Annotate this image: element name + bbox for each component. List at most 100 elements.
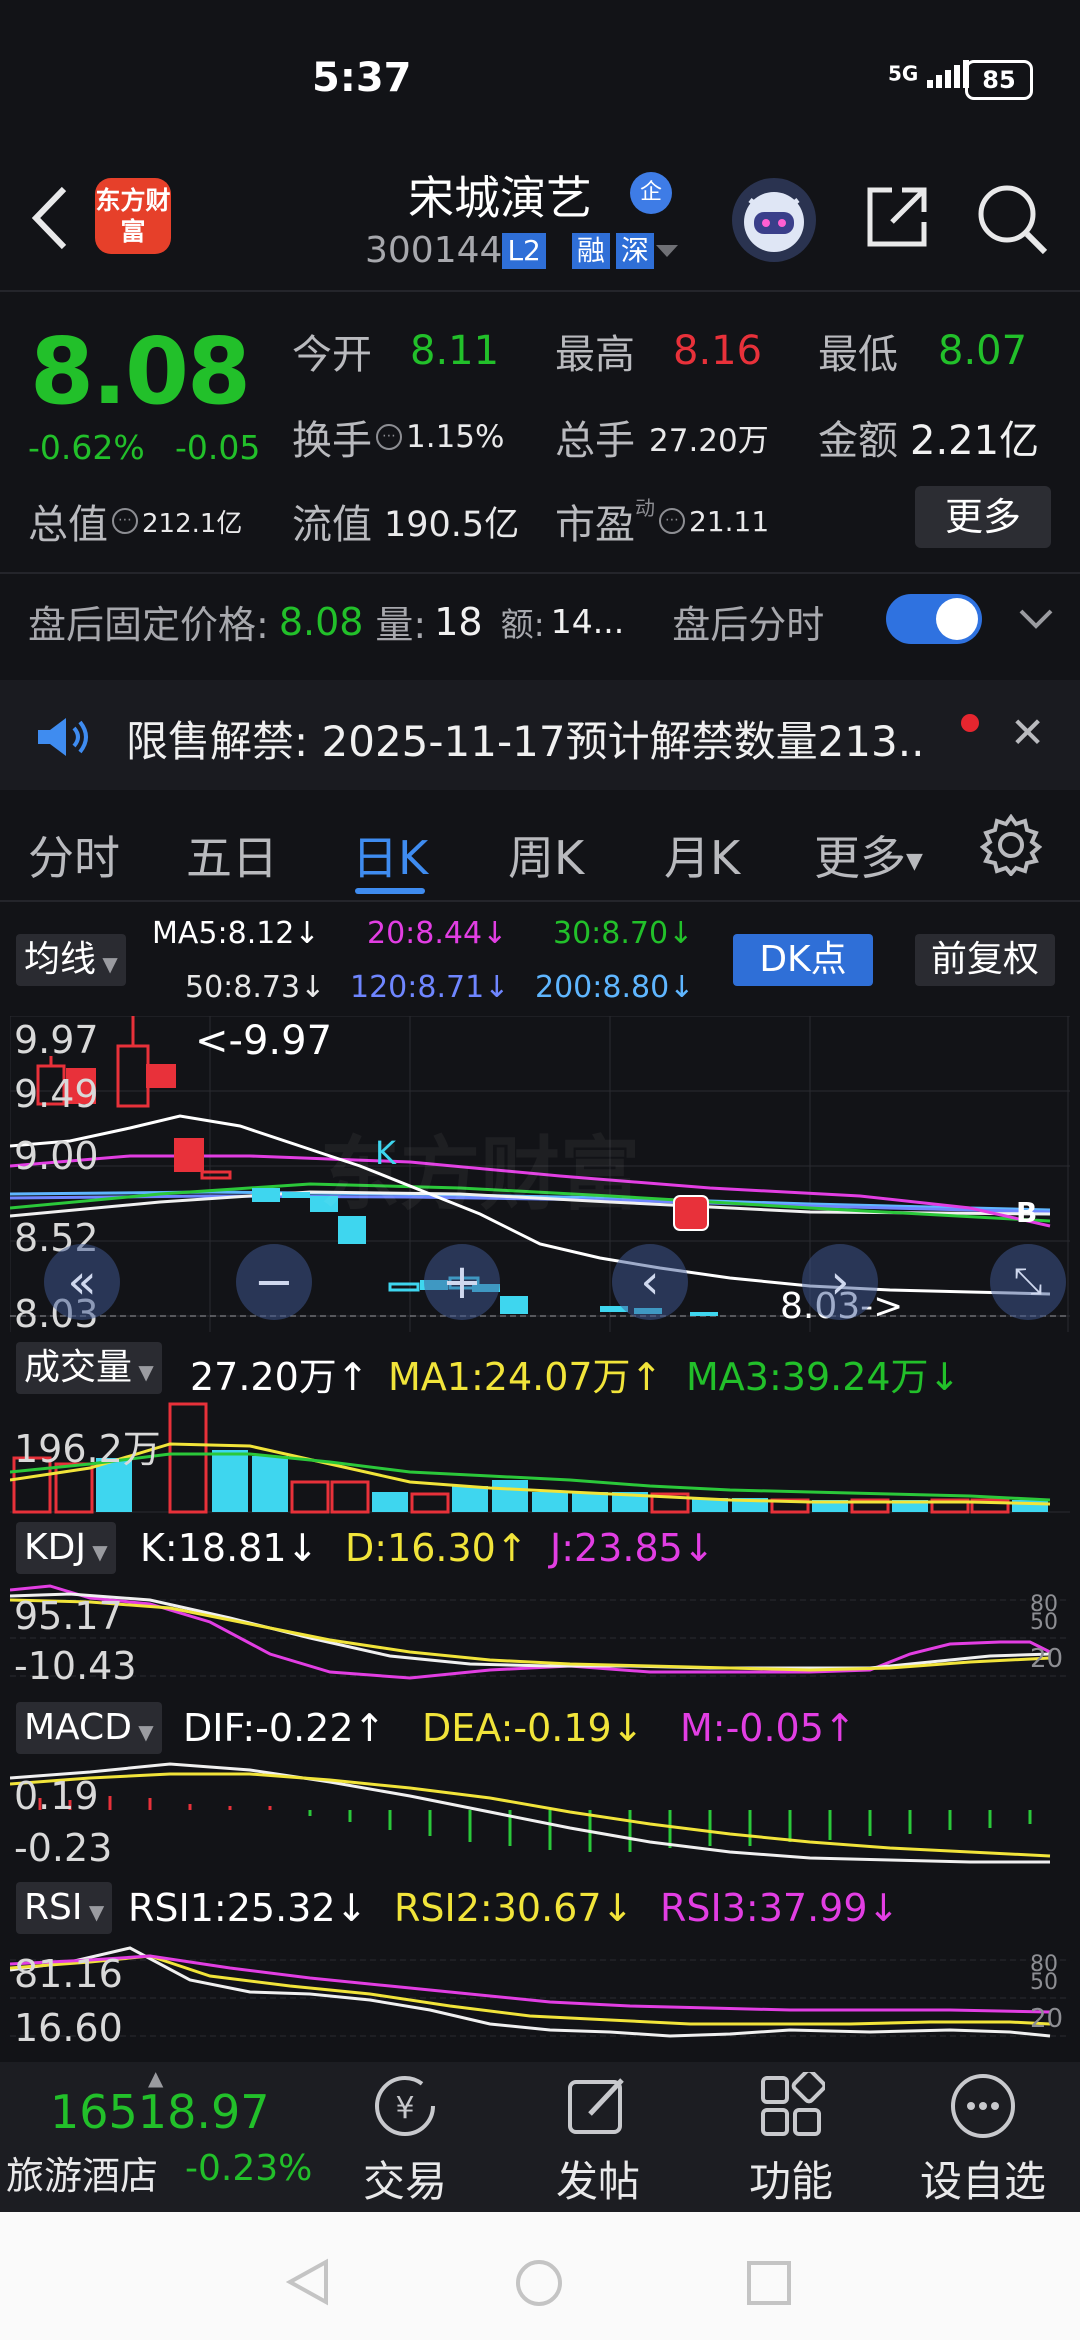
close-icon[interactable]: ✕ <box>1010 708 1045 757</box>
price-axis-label: 9.00 <box>14 1134 99 1178</box>
volume-label: 总手 <box>555 418 635 464</box>
yen-circle-icon: ¥ <box>375 2076 435 2136</box>
nav-trade[interactable]: ¥ 交易 <box>340 2072 470 2209</box>
info-icon[interactable]: ⋯ <box>112 508 138 534</box>
after-hours-row: 盘后固定价格: 8.08 量: 18 额: 14... 盘后分时 <box>28 594 824 649</box>
change-percent: -0.62% <box>28 428 145 467</box>
info-icon[interactable]: ⋯ <box>659 508 685 534</box>
enterprise-badge: 企 <box>630 172 672 214</box>
tab-five-day[interactable]: 五日 <box>186 822 278 888</box>
kdj-chart <box>10 1584 1070 1680</box>
volume-ma1: MA1:24.07万↑ <box>388 1355 663 1399</box>
turnover-label: 换手 <box>292 418 372 464</box>
turnover-cell: 换手 ⋯ 1.15% <box>292 408 504 466</box>
back-arrow-icon[interactable] <box>30 185 70 251</box>
nav-functions[interactable]: 功能 <box>726 2068 856 2209</box>
ma-selector[interactable]: 均线 ▼ <box>16 934 126 986</box>
divider <box>0 572 1080 574</box>
price-axis-label: 9.97 <box>14 1018 99 1062</box>
tab-timeshare[interactable]: 分时 <box>28 822 120 888</box>
after-hours-label: 盘后固定价格: <box>28 603 269 647</box>
assistant-robot-icon[interactable] <box>732 178 816 262</box>
watermark-logo: 东方财富 <box>320 1128 640 1221</box>
macd-m: M:-0.05↑ <box>680 1706 856 1750</box>
info-icon[interactable]: ⋯ <box>376 424 402 450</box>
volume-value: 27.20万 <box>649 422 769 459</box>
system-nav-bar <box>0 2212 1080 2340</box>
ma120-label: 120:8.71↓ <box>350 970 510 1005</box>
volume-cell: 总手 27.20万 <box>555 408 769 466</box>
ma200-label: 200:8.80↓ <box>535 970 695 1005</box>
after-hours-vol-label: 量: <box>375 603 427 647</box>
volume-selector[interactable]: 成交量 ▼ <box>16 1342 162 1394</box>
low-value: 8.07 <box>938 328 1028 374</box>
nav-add-watchlist-label: 设自选 <box>919 2157 1046 2206</box>
rsi-2: RSI2:30.67↓ <box>394 1886 634 1930</box>
shenzhen-tag: 深 <box>615 232 654 269</box>
float-label: 流值 <box>292 502 372 548</box>
adjust-button[interactable]: 前复权 <box>915 934 1055 986</box>
float-cell: 流值 190.5亿 <box>292 492 519 550</box>
active-tab-indicator <box>355 888 425 894</box>
macd-selector[interactable]: MACD ▼ <box>16 1702 162 1754</box>
macd-axis-bottom: -0.23 <box>14 1826 113 1870</box>
scroll-prev-button[interactable]: ‹ <box>612 1244 688 1320</box>
share-icon[interactable] <box>862 182 932 252</box>
nav-trade-label: 交易 <box>362 2157 447 2206</box>
tab-more[interactable]: 更多▼ <box>814 822 923 888</box>
scroll-next-button[interactable]: › <box>802 1244 878 1320</box>
kdj-selector[interactable]: KDJ ▼ <box>16 1522 116 1574</box>
open-label: 今开 <box>292 332 372 378</box>
amount-cell: 金额 2.21亿 <box>818 408 1039 466</box>
rsi-1: RSI1:25.32↓ <box>128 1886 368 1930</box>
after-hours-timeshare-label: 盘后分时 <box>672 603 825 647</box>
nav-post[interactable]: 发帖 <box>533 2072 663 2209</box>
pe-label: 市盈 <box>555 502 635 548</box>
nav-functions-label: 功能 <box>748 2157 833 2206</box>
chevron-down-icon[interactable] <box>1018 608 1054 630</box>
tab-daily-k[interactable]: 日K <box>352 822 428 888</box>
after-hours-toggle[interactable] <box>886 594 982 644</box>
k-marker: K <box>375 1134 396 1172</box>
search-icon[interactable] <box>975 182 1051 258</box>
notice-text: 限售解禁: 2025-11-17预计解禁数量213.. <box>126 717 925 766</box>
high-label: 最高 <box>555 332 635 378</box>
rsi-selector-label: RSI <box>24 1887 83 1928</box>
period-tabs: 分时 五日 日K 周K 月K 更多▼ <box>0 800 1080 898</box>
ma50-label: 50:8.73↓ <box>185 970 326 1005</box>
b-marker: B <box>1016 1196 1038 1229</box>
tab-monthly-k[interactable]: 月K <box>664 822 740 888</box>
rsi-selector[interactable]: RSI ▼ <box>16 1882 113 1934</box>
kdj-right-labels: 80 50 20 <box>1030 1592 1064 1674</box>
zoom-in-button[interactable]: + <box>424 1244 500 1320</box>
level2-tag: L2 <box>502 232 546 269</box>
divider <box>0 900 1080 902</box>
kdj-j: J:23.85↓ <box>550 1526 715 1570</box>
stock-code: 300144 <box>365 230 503 271</box>
zoom-out-button[interactable]: − <box>236 1244 312 1320</box>
dropdown-icon <box>655 244 678 257</box>
low-cell: 最低 8.07 <box>818 322 1027 380</box>
system-recents-icon[interactable] <box>746 2260 792 2306</box>
svg-text:¥: ¥ <box>395 2091 414 2126</box>
mktcap-cell: 总值 ⋯ 212.1亿 <box>28 492 242 550</box>
pe-value: 21.11 <box>689 504 770 538</box>
system-home-icon[interactable] <box>514 2258 564 2308</box>
change-amount: -0.05 <box>175 428 261 467</box>
nav-add-watchlist[interactable]: 设自选 <box>918 2072 1048 2209</box>
dk-point-button[interactable]: DK点 <box>733 934 873 986</box>
notice-bar[interactable]: 限售解禁: 2025-11-17预计解禁数量213.. <box>0 680 1080 790</box>
more-button[interactable]: 更多 <box>915 486 1051 548</box>
volume-axis-label: 196.2万 <box>14 1427 161 1471</box>
stock-code-row[interactable]: 300144 L2 融 深 <box>365 230 680 271</box>
tab-weekly-k[interactable]: 周K <box>508 822 584 888</box>
high-value: 8.16 <box>673 328 763 374</box>
gear-icon[interactable] <box>980 814 1042 876</box>
network-type: 5G <box>888 61 919 86</box>
sector-index-name[interactable]: 旅游酒店 <box>6 2145 158 2200</box>
system-back-icon[interactable] <box>286 2258 330 2306</box>
kdj-selector-label: KDJ <box>24 1527 86 1568</box>
sector-index-value[interactable]: 16518.97 <box>50 2085 270 2139</box>
scroll-left-button[interactable]: « <box>44 1244 120 1320</box>
fullscreen-button[interactable]: ⤡ <box>990 1244 1066 1320</box>
